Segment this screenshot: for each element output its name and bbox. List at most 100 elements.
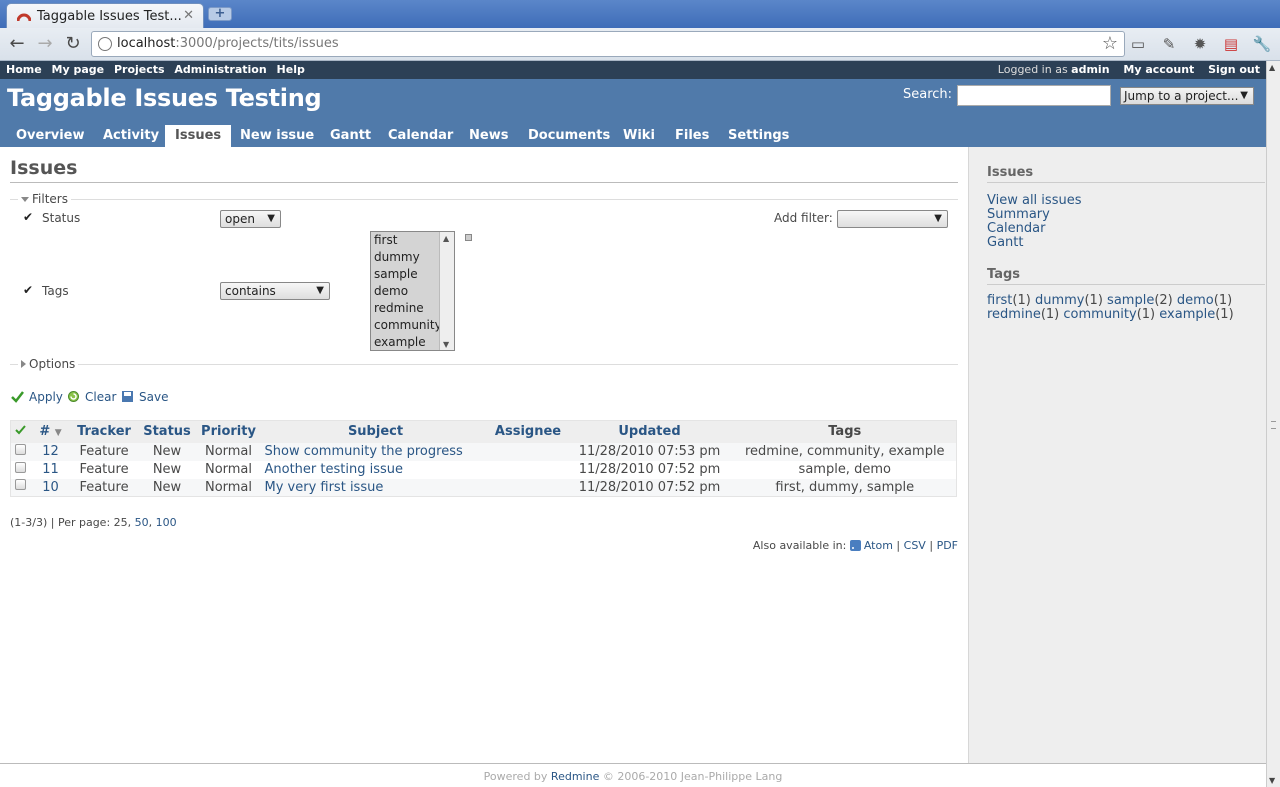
status-filter-checkbox[interactable]: ✔ <box>23 211 34 223</box>
column-id[interactable]: # ▼ <box>30 420 71 443</box>
jump-to-project-select[interactable]: Jump to a project... ▼ <box>1120 87 1254 105</box>
issue-id-link[interactable]: 12 <box>42 444 59 459</box>
clear-button[interactable]: Clear <box>67 390 116 404</box>
column-subject[interactable]: Subject <box>260 420 491 443</box>
table-row[interactable]: 11 Feature New Normal Another testing is… <box>10 460 957 479</box>
row-checkbox[interactable] <box>15 479 27 491</box>
issue-id-link[interactable]: 11 <box>42 462 59 477</box>
per-page-50-link[interactable]: 50 <box>135 516 149 529</box>
tab-close-icon[interactable]: ✕ <box>183 8 194 23</box>
address-text[interactable]: localhost:3000/projects/tits/issues <box>117 36 339 51</box>
scroll-up-icon[interactable]: ▲ <box>1269 63 1275 72</box>
issue-id-link[interactable]: 10 <box>42 480 59 495</box>
filters-legend[interactable]: Filters <box>18 192 71 206</box>
column-status[interactable]: Status <box>137 420 197 443</box>
footer-redmine-link[interactable]: Redmine <box>551 770 599 783</box>
top-menu-projects[interactable]: Projects <box>114 63 165 76</box>
sidebar-link-calendar[interactable]: Calendar <box>987 221 1045 236</box>
forward-icon[interactable]: → <box>35 34 55 54</box>
feed-icon <box>849 540 861 551</box>
back-icon[interactable]: ← <box>7 34 27 54</box>
tags-cell: sample, demo <box>733 460 957 479</box>
eyedropper-icon[interactable]: ✎ <box>1159 35 1179 53</box>
page-scrollbar[interactable]: ▲ ▼ <box>1266 61 1280 787</box>
browser-tab-title: Taggable Issues Test... <box>37 9 182 24</box>
tag-link-redmine[interactable]: redmine <box>987 307 1041 322</box>
row-checkbox[interactable] <box>15 461 27 473</box>
scroll-down-icon[interactable]: ▼ <box>443 340 449 349</box>
tab-news[interactable]: News <box>459 125 518 147</box>
tag-link-demo[interactable]: demo <box>1177 293 1214 308</box>
page-icon[interactable]: ▤ <box>1221 35 1241 53</box>
table-row[interactable]: 12 Feature New Normal Show community the… <box>10 442 957 461</box>
tag-link-first[interactable]: first <box>987 293 1012 308</box>
issue-subject-link[interactable]: My very first issue <box>265 480 384 495</box>
apply-button[interactable]: Apply <box>11 390 63 404</box>
top-menu-help[interactable]: Help <box>277 63 305 76</box>
sign-out-link[interactable]: Sign out <box>1208 63 1260 76</box>
address-bar[interactable]: localhost:3000/projects/tits/issues ☆ <box>91 31 1125 57</box>
scroll-grip-icon[interactable] <box>1271 421 1276 429</box>
column-tracker[interactable]: Tracker <box>70 420 138 443</box>
ruler-icon[interactable]: ▭ <box>1128 35 1148 53</box>
tags-values-listbox[interactable]: first dummy sample demo redmine communit… <box>370 231 455 351</box>
column-assignee[interactable]: Assignee <box>490 420 566 443</box>
tab-wiki[interactable]: Wiki <box>613 125 665 147</box>
issue-subject-link[interactable]: Another testing issue <box>265 462 404 477</box>
row-checkbox[interactable] <box>15 443 27 455</box>
table-row[interactable]: 10 Feature New Normal My very first issu… <box>10 478 957 497</box>
atom-link[interactable]: Atom <box>849 539 893 552</box>
column-priority[interactable]: Priority <box>196 420 261 443</box>
tab-new-issue[interactable]: New issue <box>230 125 324 147</box>
tag-link-example[interactable]: example <box>1159 307 1215 322</box>
reload-icon[interactable]: ↻ <box>63 34 83 54</box>
filters-legend-label: Filters <box>32 192 68 206</box>
new-tab-button[interactable]: + <box>208 7 232 21</box>
tab-settings[interactable]: Settings <box>718 125 799 147</box>
top-menu-my-page[interactable]: My page <box>52 63 105 76</box>
tab-calendar[interactable]: Calendar <box>378 125 463 147</box>
pagination-summary: (1-3/3) | Per page: 25, <box>10 516 132 529</box>
wrench-icon[interactable]: 🔧 <box>1252 35 1272 53</box>
scroll-up-icon[interactable]: ▲ <box>443 234 449 243</box>
browser-tab[interactable]: Taggable Issues Test... ✕ <box>6 3 204 28</box>
tag-link-community[interactable]: community <box>1063 307 1136 322</box>
sidebar-link-summary[interactable]: Summary <box>987 207 1050 222</box>
logged-in-user[interactable]: admin <box>1071 63 1109 76</box>
add-filter-select[interactable]: ▼ <box>837 210 948 228</box>
gear-icon[interactable]: ✹ <box>1190 35 1210 53</box>
column-updated[interactable]: Updated <box>565 420 734 443</box>
sidebar-link-gantt[interactable]: Gantt <box>987 235 1023 250</box>
per-page-100-link[interactable]: 100 <box>156 516 177 529</box>
tags-operator-select[interactable]: contains ▼ <box>220 282 330 300</box>
options-legend[interactable]: Options <box>18 357 79 371</box>
bookmark-star-icon[interactable]: ☆ <box>1102 33 1118 54</box>
tab-issues[interactable]: Issues <box>165 125 232 147</box>
tab-documents[interactable]: Documents <box>518 125 620 147</box>
save-button[interactable]: Save <box>121 390 168 404</box>
tag-link-sample[interactable]: sample <box>1107 293 1154 308</box>
scroll-down-icon[interactable]: ▼ <box>1269 776 1275 785</box>
listbox-scrollbar[interactable]: ▲ ▼ <box>439 232 454 350</box>
sidebar-link-view-all-issues[interactable]: View all issues <box>987 193 1081 208</box>
toggle-multiselect-icon[interactable] <box>465 234 472 241</box>
search-input[interactable] <box>957 85 1111 106</box>
select-all-column[interactable] <box>10 420 31 443</box>
apply-label: Apply <box>29 390 63 404</box>
status-operator-select[interactable]: open ▼ <box>220 210 281 228</box>
top-menu-administration[interactable]: Administration <box>174 63 266 76</box>
tab-activity[interactable]: Activity <box>93 125 169 147</box>
tag-link-dummy[interactable]: dummy <box>1035 293 1085 308</box>
tab-gantt[interactable]: Gantt <box>320 125 381 147</box>
tags-filter-checkbox[interactable]: ✔ <box>23 284 34 296</box>
pdf-link[interactable]: PDF <box>937 539 958 552</box>
tab-overview[interactable]: Overview <box>6 125 95 147</box>
tab-files[interactable]: Files <box>665 125 719 147</box>
csv-link[interactable]: CSV <box>904 539 926 552</box>
top-menu-home[interactable]: Home <box>6 63 42 76</box>
checkmark-icon[interactable] <box>15 424 27 435</box>
my-account-link[interactable]: My account <box>1123 63 1194 76</box>
tag-count: (2) <box>1154 293 1173 308</box>
issue-subject-link[interactable]: Show community the progress <box>265 444 463 459</box>
collapse-triangle-icon <box>21 197 29 202</box>
